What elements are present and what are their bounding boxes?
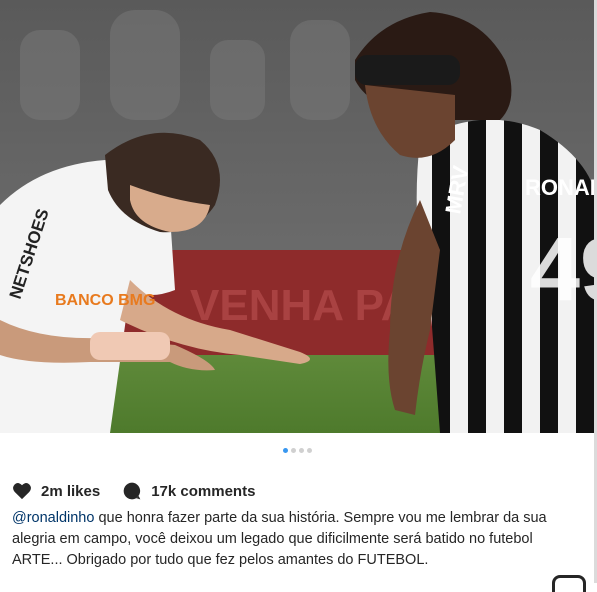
comment-bubble-icon xyxy=(123,482,141,500)
carousel-indicator xyxy=(0,448,594,454)
engagement-stats: 2m likes 17k comments xyxy=(12,480,255,502)
partial-icon[interactable] xyxy=(552,575,586,592)
comments-stat[interactable]: 17k comments xyxy=(122,481,255,501)
carousel-dot-3[interactable] xyxy=(298,448,304,453)
carousel-dot-4[interactable] xyxy=(306,448,312,453)
carousel-dot-1[interactable] xyxy=(282,448,288,453)
right-jersey-name: RONALDINHO xyxy=(525,175,597,200)
left-jersey-sponsor: BANCO BMG xyxy=(55,292,155,309)
caption-mention-link[interactable]: @ronaldinho xyxy=(12,510,94,526)
likes-stat[interactable]: 2m likes xyxy=(12,482,100,500)
post-photo[interactable]: VENHA PARA O GRUPO NETSHOES BANCO BMG MR… xyxy=(0,0,597,433)
carousel-dot-2[interactable] xyxy=(290,448,296,453)
post-caption: @ronaldinho que honra fazer parte da sua… xyxy=(12,508,582,571)
right-jersey-number: 49 xyxy=(530,220,597,320)
heart-icon xyxy=(13,483,31,500)
likes-count: 2m likes xyxy=(41,482,101,500)
comments-count: 17k comments xyxy=(151,482,256,500)
